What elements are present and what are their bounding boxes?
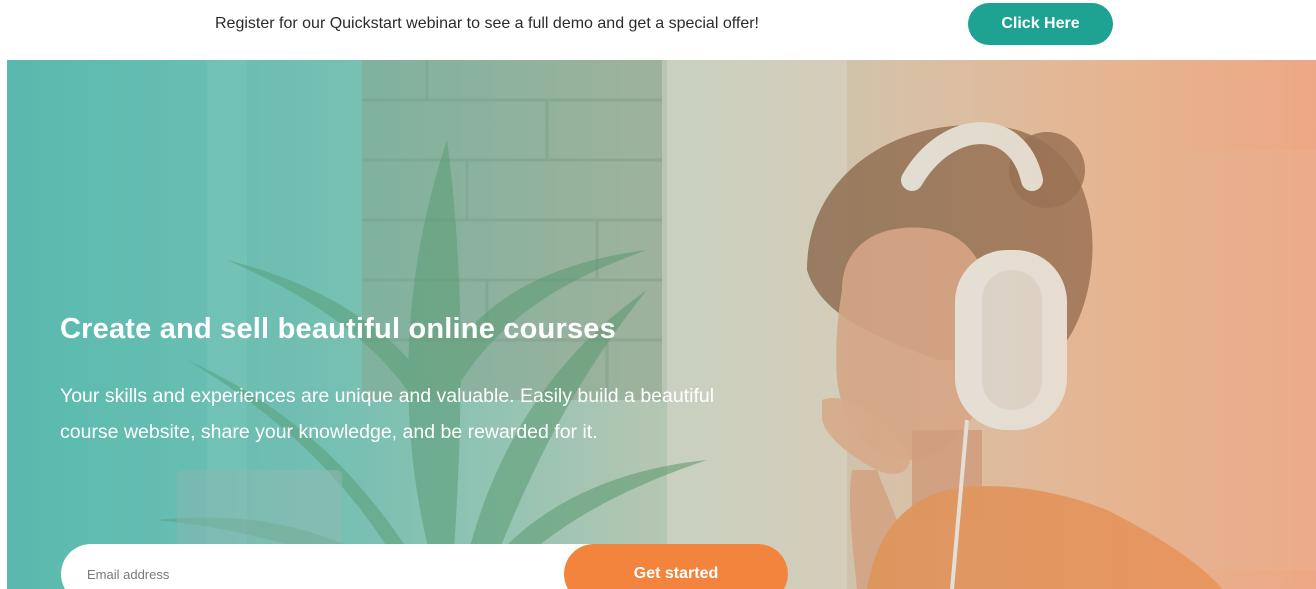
promo-bar: Register for our Quickstart webinar to s… [0, 0, 1316, 60]
hero-subtitle: Your skills and experiences are unique a… [60, 385, 715, 443]
email-input[interactable] [61, 544, 581, 589]
promo-text: Register for our Quickstart webinar to s… [215, 15, 759, 32]
hero-title: Create and sell beautiful online courses [60, 313, 616, 345]
signup-form: Get started [61, 544, 788, 589]
click-here-button[interactable]: Click Here [968, 3, 1113, 45]
get-started-button[interactable]: Get started [564, 544, 788, 589]
hero-section: Create and sell beautiful online courses… [7, 60, 1316, 589]
